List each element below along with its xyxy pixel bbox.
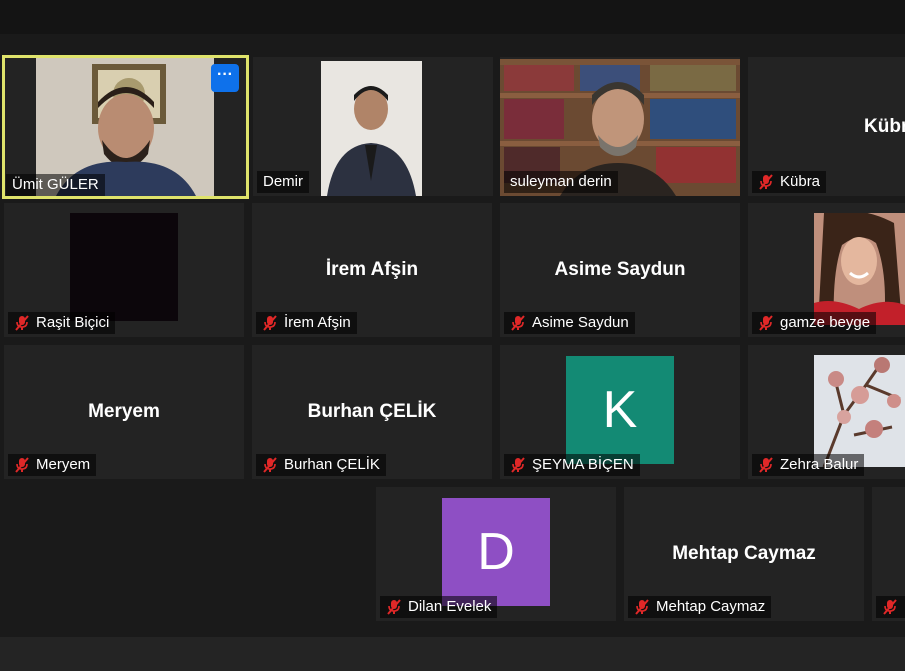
participant-name: Mehtap Caymaz: [656, 598, 766, 615]
meeting-bottom-bar: [0, 637, 905, 671]
muted-mic-icon: [511, 457, 525, 473]
participant-name: Zehra Balur: [780, 456, 859, 473]
participant-video-dark: [70, 213, 178, 321]
video-tile-umit-guler[interactable]: ··· Ümit GÜLER: [2, 55, 249, 199]
participant-center-name: Asime Saydun: [554, 259, 686, 280]
participant-name: Ümit GÜLER: [12, 176, 99, 193]
video-tile-burhan-celik[interactable]: Burhan ÇELİK Burhan ÇELİK: [252, 345, 492, 479]
participant-name-label: Zehra Balur: [752, 454, 865, 476]
participant-center-name: Burhan ÇELİK: [307, 401, 437, 422]
video-tile-seyma-bicen[interactable]: K ŞEYMA BİÇEN: [500, 345, 740, 479]
video-tile-zehra-balur[interactable]: Zehra Balur: [748, 345, 905, 479]
participant-name: Burhan ÇELİK: [284, 456, 380, 473]
participant-name: Dilan Evelek: [408, 598, 492, 615]
participant-video: [814, 213, 905, 325]
participant-name: Meryem: [36, 456, 91, 473]
more-options-button[interactable]: ···: [211, 64, 239, 92]
participant-name-label: İrem Afşin: [256, 312, 357, 334]
participant-name: Raşit Biçici: [36, 314, 110, 331]
video-tile-dilan-evelek[interactable]: D Dilan Evelek: [376, 487, 616, 621]
participant-center-name: İrem Afşin: [325, 259, 419, 280]
participant-name: İrem Afşin: [284, 314, 351, 331]
participant-name-label: Burhan ÇELİK: [256, 454, 386, 476]
avatar-letter: K: [602, 381, 638, 439]
participant-name-label: gamze beyge: [752, 312, 877, 334]
participant-name-label: Demir: [257, 171, 309, 193]
muted-mic-icon: [759, 174, 773, 190]
avatar-letter: D: [477, 523, 515, 581]
participant-name: gamze beyge: [780, 314, 871, 331]
participant-name-label: ŞEYMA BİÇEN: [504, 454, 640, 476]
video-tile-mehtap-caymaz[interactable]: Mehtap Caymaz Mehtap Caymaz: [624, 487, 864, 621]
participant-name-label: Ümit GÜLER: [6, 174, 105, 196]
muted-mic-icon: [15, 457, 29, 473]
participant-name-label: Kübra: [752, 171, 827, 193]
participant-name-label: Dilan Evelek: [380, 596, 498, 618]
avatar: K: [566, 356, 674, 464]
meeting-top-bar: [0, 0, 905, 34]
participant-name-label: suleyman derin: [504, 171, 618, 193]
participant-name: Asime Saydun: [532, 314, 629, 331]
participant-name-label: Raşit Biçici: [8, 312, 116, 334]
participant-video: [321, 61, 422, 196]
muted-mic-icon: [15, 315, 29, 331]
participant-name: suleyman derin: [510, 173, 612, 190]
video-tile-partial[interactable]: [872, 487, 905, 621]
muted-mic-icon: [387, 599, 401, 615]
video-tile-rasit-bicici[interactable]: Raşit Biçici: [4, 203, 244, 337]
participant-video: [814, 355, 905, 467]
video-tile-irem-afsin[interactable]: İrem Afşin İrem Afşin: [252, 203, 492, 337]
muted-mic-icon: [883, 599, 897, 615]
muted-mic-icon: [759, 457, 773, 473]
participant-name-label: Meryem: [8, 454, 97, 476]
muted-mic-icon: [511, 315, 525, 331]
video-tile-demir[interactable]: Demir: [253, 57, 493, 196]
video-tile-meryem[interactable]: Meryem Meryem: [4, 345, 244, 479]
participant-center-name: Meryem: [88, 401, 160, 422]
video-tile-suleyman-derin[interactable]: suleyman derin: [500, 57, 740, 196]
participant-name-label: [876, 596, 905, 618]
avatar: D: [442, 498, 550, 606]
video-tile-asime-saydun[interactable]: Asime Saydun Asime Saydun: [500, 203, 740, 337]
muted-mic-icon: [263, 457, 277, 473]
muted-mic-icon: [263, 315, 277, 331]
participant-center-name: Mehtap Caymaz: [672, 543, 816, 564]
participant-name: Demir: [263, 173, 303, 190]
participant-name-label: Asime Saydun: [504, 312, 635, 334]
video-tile-kubra[interactable]: Kübra Kübra: [748, 57, 905, 196]
participant-center-name: Kübra: [864, 115, 905, 137]
participant-name: Kübra: [780, 173, 821, 190]
participant-name-label: Mehtap Caymaz: [628, 596, 772, 618]
video-tile-gamze-beyge[interactable]: gamze beyge: [748, 203, 905, 337]
muted-mic-icon: [759, 315, 773, 331]
muted-mic-icon: [635, 599, 649, 615]
participant-name: ŞEYMA BİÇEN: [532, 456, 634, 473]
